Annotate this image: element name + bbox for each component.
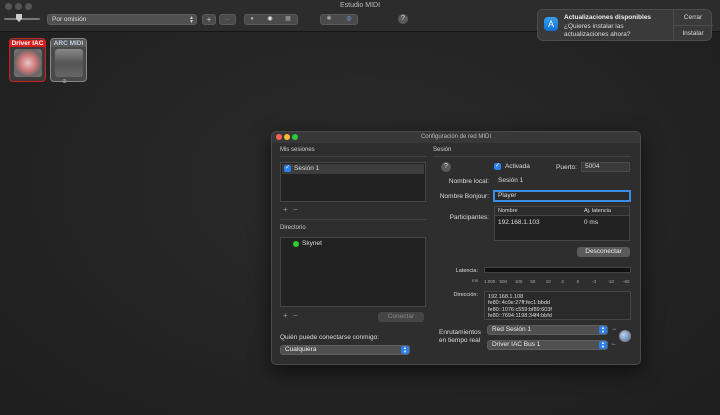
latency-scale-tick: 10 xyxy=(545,279,551,284)
latency-scale-tick: 100 xyxy=(514,279,523,284)
window-title: Estudio MIDI xyxy=(339,2,381,9)
dialog-title: Configuración de red MIDI xyxy=(272,132,640,143)
directory-header: Directorio xyxy=(280,225,306,231)
local-name-label: Nombre local: xyxy=(448,178,489,185)
help-button[interactable]: ? xyxy=(398,14,408,24)
zoom-window-button[interactable] xyxy=(25,3,32,10)
notification-body: ¿Quieres instalar las actualizaciones ah… xyxy=(564,23,631,38)
address-list: 192.168.1.108 fe80::4c0e:27ff:fec1:bbdd … xyxy=(484,291,631,320)
latency-scale-tick: 500 xyxy=(499,279,507,284)
who-can-connect-select[interactable]: Cualquiera ▲ ▼ xyxy=(280,345,410,355)
latency-scale-tick: 0 xyxy=(576,279,580,284)
participant-name: 192.168.1.103 xyxy=(498,219,540,226)
close-window-button[interactable] xyxy=(5,3,12,10)
route-in-value: Driver IAC Bus 1 xyxy=(492,341,541,348)
session-name: Sesión 1 xyxy=(294,165,320,172)
device-arc-midi[interactable]: ARC MIDI ⊕ xyxy=(50,38,87,85)
view-select-value: Por omisión xyxy=(52,16,87,23)
network-globe-icon xyxy=(619,330,631,342)
add-device-button[interactable]: + xyxy=(202,14,216,25)
chevron-updown-icon: ▲ ▼ xyxy=(599,326,607,334)
dialog-zoom-button[interactable] xyxy=(292,134,298,140)
network-segment: ✱ ◎ xyxy=(320,14,358,25)
notification-close-button[interactable]: Cerrar xyxy=(674,10,712,25)
route-out-value: Red Sesión 1 xyxy=(492,326,532,333)
chevron-updown-icon: ▲ ▼ xyxy=(189,15,194,25)
chevron-updown-icon: ▲ ▼ xyxy=(401,346,409,354)
participants-column-name[interactable]: Nombre xyxy=(498,208,518,214)
session-checkbox[interactable]: ✓ xyxy=(284,165,291,172)
enabled-toggle[interactable]: ✓ Activada xyxy=(494,163,530,170)
device-label: ARC MIDI xyxy=(51,40,86,47)
device-driver-iac[interactable]: Driver IAC xyxy=(9,38,46,82)
directory-list[interactable]: Skynet xyxy=(280,237,426,307)
add-directory-button[interactable]: + xyxy=(283,311,288,320)
network-globe-icon[interactable]: ◎ xyxy=(343,15,355,24)
participants-table[interactable]: Nombre Aj. latencia 192.168.1.103 0 ms xyxy=(494,206,630,241)
directory-item[interactable]: Skynet xyxy=(302,240,322,247)
bluetooth-icon[interactable]: ✱ xyxy=(323,15,335,24)
dialog-minimize-button[interactable] xyxy=(284,134,290,140)
session-help-button[interactable]: ? xyxy=(441,162,451,172)
minimize-window-button[interactable] xyxy=(15,3,22,10)
chevron-updown-icon: ▲ ▼ xyxy=(599,341,607,349)
icon-size-slider[interactable] xyxy=(0,12,44,32)
midi-interface-icon xyxy=(55,49,83,77)
port-field[interactable]: 5004 xyxy=(581,162,630,172)
route-out-select[interactable]: Red Sesión 1 ▲ ▼ xyxy=(487,325,608,335)
dialog-close-button[interactable] xyxy=(276,134,282,140)
bonjour-name-label: Nombre Bonjour: xyxy=(439,193,489,200)
iac-device-icon xyxy=(14,49,42,77)
latency-scale-tick: 1.000 xyxy=(484,279,496,284)
sessions-list[interactable]: ✓ Sesión 1 xyxy=(280,162,426,202)
list-item[interactable]: ✓ Sesión 1 xyxy=(282,164,424,174)
disconnect-button[interactable]: Desconectar xyxy=(577,247,630,257)
view-mode-segment: ● ◉ ▦ xyxy=(244,14,298,25)
my-sessions-header: Mis sesiones xyxy=(280,147,315,153)
local-name-field[interactable]: Sesión 1 xyxy=(494,176,630,186)
latency-scale-tick: 50 xyxy=(530,279,536,284)
latency-scale-tick: -3 xyxy=(592,279,597,284)
routing-label-line1: Enrutamientos xyxy=(439,329,481,336)
who-can-connect-value: Cualquiera xyxy=(285,346,317,353)
device-label: Driver IAC xyxy=(10,40,45,47)
add-session-button[interactable]: + xyxy=(283,205,288,214)
online-status-icon xyxy=(293,241,299,247)
enabled-label: Activada xyxy=(504,163,530,170)
route-in-select[interactable]: Driver IAC Bus 1 ▲ ▼ xyxy=(487,340,608,350)
arrow-left-icon: ← xyxy=(611,341,617,347)
latency-label: Latencia: xyxy=(455,268,478,274)
session-header: Sesión xyxy=(433,147,452,153)
app-store-icon: A xyxy=(544,17,558,31)
address-label: Dirección: xyxy=(453,292,478,298)
update-notification: A Actualizaciones disponibles ¿Quieres i… xyxy=(537,9,713,41)
network-globe-icon: ⊕ xyxy=(62,79,68,85)
who-can-connect-label: Quién puede conectarse conmigo: xyxy=(280,334,380,341)
participants-label: Participantes: xyxy=(449,214,489,221)
port-label: Puerto: xyxy=(556,164,577,171)
remove-session-button[interactable]: − xyxy=(293,205,298,214)
routing-label-line2: en tiempo real xyxy=(439,337,481,344)
rescan-icon[interactable]: ◉ xyxy=(264,15,276,24)
enabled-checkbox[interactable]: ✓ xyxy=(494,163,501,170)
notification-install-button[interactable]: Instalar xyxy=(674,26,712,41)
connect-button[interactable]: Conectar xyxy=(378,312,424,322)
notification-title: Actualizaciones disponibles xyxy=(564,14,652,21)
participant-latency: 0 ms xyxy=(584,219,599,226)
view-select[interactable]: Por omisión ▲ ▼ xyxy=(47,14,197,25)
arrow-right-icon: → xyxy=(611,326,617,332)
info-icon[interactable]: ● xyxy=(246,15,258,24)
latency-meter xyxy=(484,267,631,273)
participants-column-latency[interactable]: Aj. latencia xyxy=(584,208,611,214)
remove-device-button[interactable]: − xyxy=(219,14,236,25)
remove-directory-button[interactable]: − xyxy=(293,311,298,320)
piano-icon[interactable]: ▦ xyxy=(282,15,294,24)
latency-scale-tick: 3 xyxy=(561,279,564,284)
latency-scale-tick: -60 xyxy=(623,279,630,284)
latency-unit: ms xyxy=(472,278,478,283)
bonjour-name-field[interactable]: Player xyxy=(494,191,630,201)
address-line: fe80::7694:1198:34f4:bbfd xyxy=(488,312,552,319)
slider-knob[interactable] xyxy=(16,14,22,22)
latency-scale-tick: -10 xyxy=(607,279,615,284)
